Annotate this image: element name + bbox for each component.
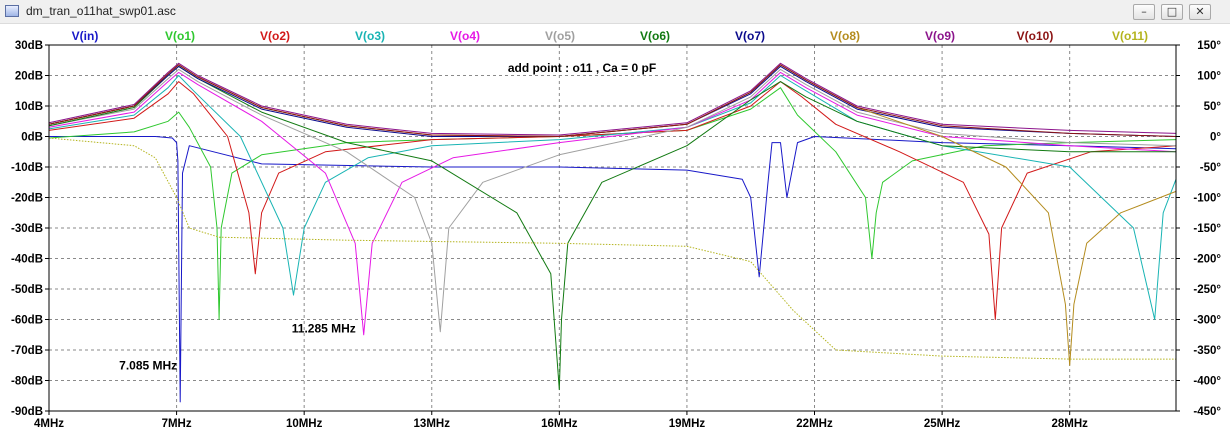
x-tick-label: 28MHz	[1051, 418, 1088, 430]
series-line-vo7	[48, 65, 1177, 137]
series-line-vo8	[48, 64, 1177, 366]
x-tick-label: 7MHz	[162, 418, 192, 430]
y-left-tick-label: 0dB	[21, 132, 43, 144]
window-titlebar: dm_tran_o11hat_swp01.asc – □ ✕	[0, 0, 1230, 24]
x-tick-label: 22MHz	[796, 418, 833, 430]
legend-entry: V(o5)	[545, 29, 575, 43]
y-left-tick-label: 10dB	[15, 101, 43, 113]
series-line-vo1	[48, 87, 1177, 320]
grid	[49, 45, 1176, 411]
y-right-tick-label: 150°	[1197, 40, 1221, 52]
y-left-tick-label: -70dB	[11, 345, 43, 357]
axes: 4MHz 7MHz 10MHz 13MHz 16MHz 19MHz 22MHz 25MHz 28…	[11, 40, 1221, 430]
x-tick-label: 19MHz	[669, 418, 706, 430]
close-button[interactable]: ✕	[1189, 4, 1211, 20]
y-right-tick-label: -250°	[1193, 284, 1221, 296]
x-tick-label: 25MHz	[924, 418, 961, 430]
y-right-tick-label: -50°	[1200, 162, 1222, 174]
legend-entry: V(o3)	[355, 29, 385, 43]
y-right-tick-label: 50°	[1204, 101, 1222, 113]
annotation-label: 7.085 MHz	[119, 358, 177, 372]
y-right-tick-label: -150°	[1193, 223, 1221, 235]
series-line-vo11	[48, 137, 1176, 360]
x-tick-label: 13MHz	[414, 418, 451, 430]
y-right-tick-label: -100°	[1193, 193, 1221, 205]
y-right-tick-label: -300°	[1193, 315, 1221, 327]
x-tick-label: 16MHz	[541, 418, 578, 430]
legend: V(in) V(o1) V(o2) V(o3) V(o4) V(o5) V(o6) V(o7)…	[72, 29, 1148, 43]
window-title: dm_tran_o11hat_swp01.asc	[26, 4, 176, 18]
minimize-button[interactable]: –	[1133, 4, 1155, 20]
y-left-tick-label: -30dB	[11, 223, 43, 235]
y-right-tick-label: -200°	[1193, 254, 1221, 266]
waveform-plot[interactable]: 4MHz 7MHz 10MHz 13MHz 16MHz 19MHz 22MHz 25MHz 28…	[0, 24, 1230, 441]
waveform-app-icon	[5, 5, 19, 17]
y-left-tick-label: -10dB	[11, 162, 43, 174]
y-left-tick-label: -50dB	[11, 284, 43, 296]
maximize-button[interactable]: □	[1161, 4, 1183, 20]
legend-entry: V(o11)	[1112, 29, 1148, 43]
y-left-tick-label: -90dB	[11, 406, 43, 418]
y-right-tick-label: 100°	[1197, 71, 1221, 83]
annotations: 7.085 MHz 11.285 MHz	[119, 322, 356, 373]
legend-entry: V(o6)	[640, 29, 670, 43]
legend-entry: V(o9)	[925, 29, 955, 43]
y-left-tick-label: 30dB	[15, 40, 43, 52]
y-right-tick-label: -450°	[1193, 406, 1221, 418]
legend-entry: V(o8)	[830, 29, 860, 43]
legend-entry: V(o2)	[260, 29, 290, 43]
y-left-tick-label: 20dB	[15, 71, 43, 83]
legend-entry: V(in)	[72, 29, 99, 43]
annotation-title: add point : o11 , Ca = 0 pF	[508, 61, 656, 75]
y-left-tick-label: -20dB	[11, 193, 43, 205]
legend-entry: V(o10)	[1017, 29, 1054, 43]
legend-entry: V(o1)	[165, 29, 195, 43]
legend-entry: V(o4)	[450, 29, 480, 43]
annotation-label: 11.285 MHz	[292, 322, 356, 336]
series-traces	[48, 62, 1177, 403]
y-right-tick-label: -350°	[1193, 345, 1221, 357]
y-right-tick-label: -400°	[1193, 376, 1221, 388]
y-left-tick-label: -60dB	[11, 315, 43, 327]
x-tick-label: 4MHz	[34, 418, 64, 430]
legend-entry: V(o7)	[735, 29, 765, 43]
y-left-tick-label: -80dB	[11, 376, 43, 388]
y-left-tick-label: -40dB	[11, 254, 43, 266]
y-right-tick-label: 0°	[1210, 132, 1221, 144]
x-tick-label: 10MHz	[286, 418, 323, 430]
